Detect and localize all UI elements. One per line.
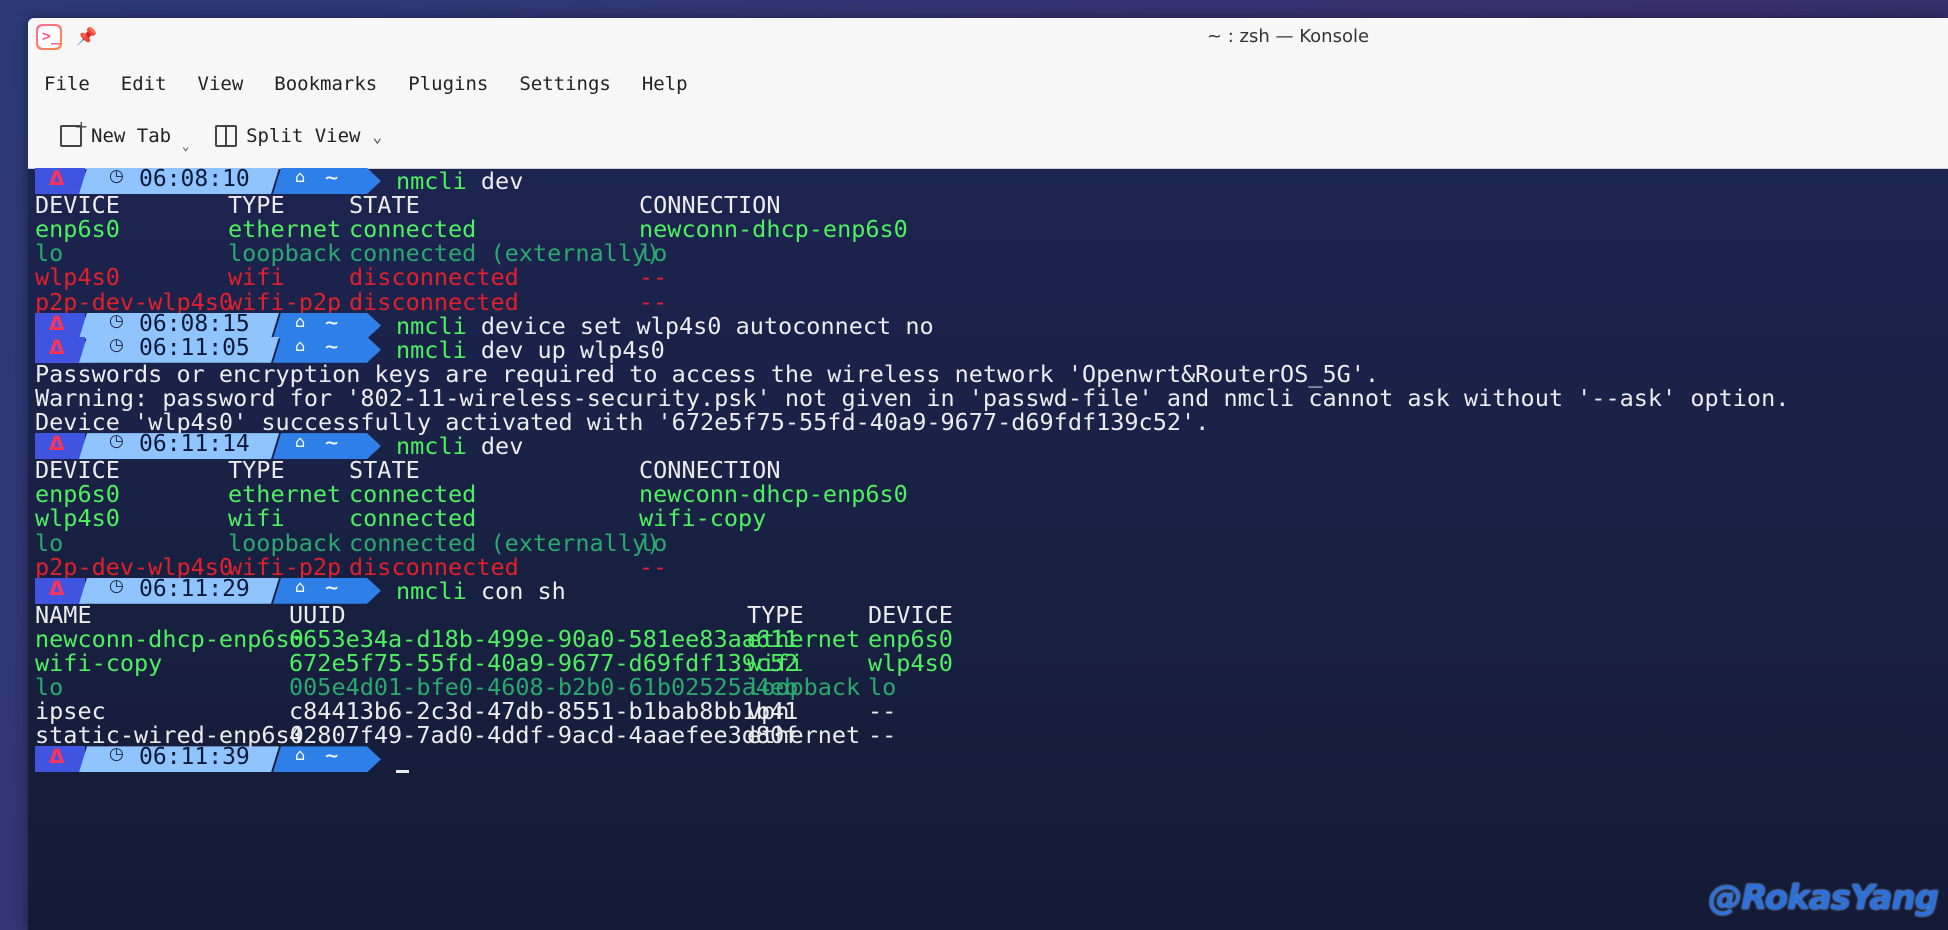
table-cell: ethernet bbox=[747, 721, 861, 750]
table-cell: -- bbox=[868, 721, 897, 750]
terminal-view[interactable]: ᐃ ◷ 06:08:10 ⌂ ~ nmcli dev DEVICE TYPE STATE CONN… bbox=[28, 166, 1948, 930]
clock-icon: ◷ bbox=[109, 334, 124, 355]
home-icon: ⌂ bbox=[295, 335, 306, 355]
time-segment: ◷ 06:08:15 bbox=[79, 313, 279, 339]
home-icon: ⌂ bbox=[295, 432, 306, 452]
prompt-dir: ~ bbox=[325, 431, 339, 457]
menu-edit[interactable]: Edit bbox=[121, 73, 167, 95]
clock-icon: ◷ bbox=[109, 431, 124, 452]
title-bar: >_ 📌 ~ : zsh — Konsole bbox=[28, 18, 1948, 58]
clock-icon: ◷ bbox=[109, 166, 124, 186]
new-tab-icon bbox=[60, 117, 88, 147]
prompt-dir: ~ bbox=[325, 310, 339, 336]
window-title: ~ : zsh — Konsole bbox=[1206, 26, 1370, 47]
home-icon: ⌂ bbox=[295, 167, 306, 186]
new-tab-dropdown-icon[interactable]: ⌄ bbox=[182, 139, 189, 153]
split-view-icon bbox=[215, 125, 238, 147]
prompt-dir: ~ bbox=[325, 166, 339, 191]
menu-help[interactable]: Help bbox=[642, 73, 688, 95]
arch-logo-icon: ᐃ bbox=[49, 744, 65, 769]
home-icon: ⌂ bbox=[295, 576, 306, 596]
prompt-time: 06:11:29 bbox=[139, 575, 250, 602]
split-view-button[interactable]: Split View ⌄ bbox=[215, 125, 382, 147]
prompt-time: 06:11:39 bbox=[139, 744, 250, 771]
prompt-time: 06:08:15 bbox=[139, 310, 250, 337]
clock-icon: ◷ bbox=[109, 310, 124, 331]
command-text bbox=[396, 744, 409, 774]
prompt-dir: ~ bbox=[325, 334, 339, 360]
menu-file[interactable]: File bbox=[44, 73, 90, 95]
arch-logo-icon: ᐃ bbox=[49, 431, 65, 456]
prompt-time: 06:11:05 bbox=[139, 334, 250, 361]
clock-icon: ◷ bbox=[109, 575, 124, 596]
new-tab-button[interactable]: New Tab ⌄ bbox=[60, 117, 189, 153]
menu-plugins[interactable]: Plugins bbox=[408, 73, 488, 95]
dir-segment: ⌂ ~ bbox=[273, 746, 381, 772]
prompt: ᐃ ◷ 06:11:39 ⌂ ~ bbox=[35, 744, 381, 773]
command-args: con sh bbox=[466, 576, 566, 605]
command-args: dev bbox=[466, 167, 524, 195]
menu-settings[interactable]: Settings bbox=[519, 73, 611, 95]
toolbar: New Tab ⌄ Split View ⌄ bbox=[28, 110, 400, 162]
command-name: nmcli bbox=[396, 576, 467, 605]
split-view-label: Split View bbox=[246, 125, 361, 147]
menu-view[interactable]: View bbox=[198, 73, 244, 95]
time-segment: ◷ 06:11:39 bbox=[79, 746, 279, 772]
arch-logo-icon: ᐃ bbox=[49, 310, 65, 335]
prompt-time: 06:08:10 bbox=[139, 166, 250, 192]
prompt: ᐃ ◷ 06:08:15 ⌂ ~ bbox=[35, 310, 381, 339]
menu-bookmarks[interactable]: Bookmarks bbox=[274, 73, 377, 95]
time-segment: ◷ 06:11:29 bbox=[79, 578, 279, 604]
watermark: @RokasYang bbox=[1708, 878, 1939, 918]
table-cell: -- bbox=[639, 552, 668, 581]
table-cell: newconn-dhcp-enp6s0 bbox=[639, 215, 908, 244]
home-icon: ⌂ bbox=[295, 311, 306, 331]
arch-logo-icon: ᐃ bbox=[49, 575, 65, 600]
arch-logo-icon: ᐃ bbox=[49, 334, 65, 359]
prompt-dir: ~ bbox=[325, 744, 339, 770]
menu-bar: File Edit View Bookmarks Plugins Setting… bbox=[28, 66, 719, 102]
chevron-down-icon[interactable]: ⌄ bbox=[372, 127, 382, 146]
prompt-time: 06:11:14 bbox=[139, 431, 250, 458]
new-tab-label: New Tab bbox=[91, 125, 172, 147]
prompt-dir: ~ bbox=[325, 575, 339, 601]
clock-icon: ◷ bbox=[109, 744, 124, 765]
dir-segment: ⌂ ~ bbox=[273, 313, 381, 339]
arch-logo-icon: ᐃ bbox=[49, 166, 65, 190]
command-text: nmcli con sh bbox=[396, 576, 566, 606]
home-icon: ⌂ bbox=[295, 745, 306, 765]
os-segment: ᐃ bbox=[35, 744, 85, 773]
command-args: dev bbox=[466, 432, 524, 461]
text-cursor bbox=[396, 770, 409, 774]
konsole-window: >_ 📌 ~ : zsh — Konsole File Edit View Bo… bbox=[28, 18, 1948, 930]
